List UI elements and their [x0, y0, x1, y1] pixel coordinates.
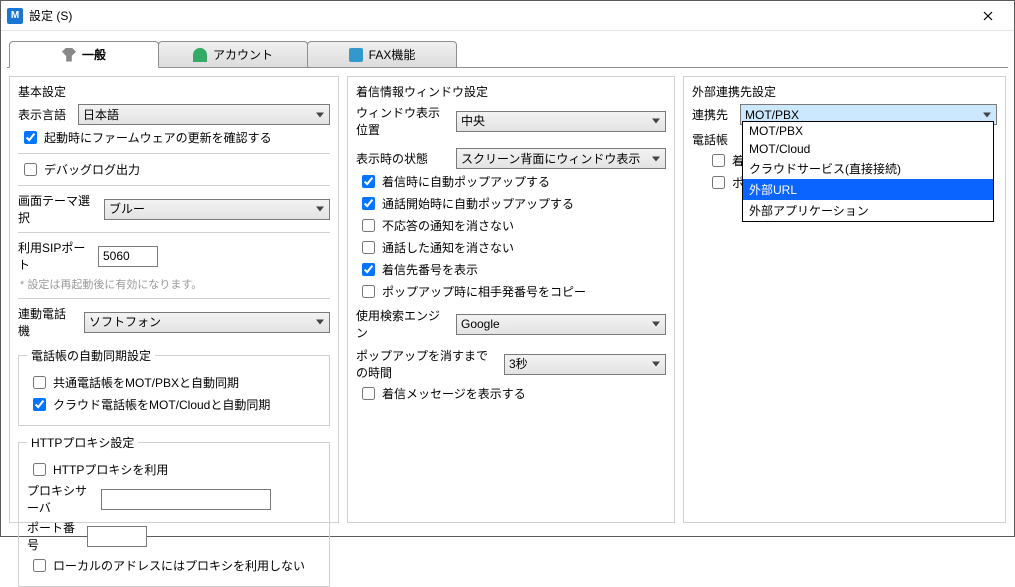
tab-general[interactable]: 一般: [9, 41, 159, 68]
tab-fax-label: FAX機能: [369, 46, 416, 63]
lang-label: 表示言語: [18, 106, 70, 123]
wrench-icon: [62, 48, 76, 62]
winpos-label: ウィンドウ表示位置: [356, 104, 448, 138]
show-caller-checkbox[interactable]: 着信先番号を表示: [358, 260, 666, 279]
http-proxy-group: HTTPプロキシ設定 HTTPプロキシを利用 プロキシサーバ ポート番号 ローカ…: [18, 434, 330, 587]
external-link-group: 外部連携先設定 連携先 MOT/PBX 電話帳 着 ポ MOT/PBX MOT/…: [683, 76, 1006, 523]
engine-label: 使用検索エンジン: [356, 307, 448, 341]
phone-select[interactable]: ソフトフォン: [84, 312, 330, 333]
link-dest-option-cloudservice[interactable]: クラウドサービス(直接接続): [743, 158, 993, 179]
incoming-window-group: 着信情報ウィンドウ設定 ウィンドウ表示位置 中央 表示時の状態 スクリーン背面に…: [347, 76, 675, 523]
phonebook-motpbx-checkbox[interactable]: 共通電話帳をMOT/PBXと自動同期: [29, 373, 321, 392]
noanswer-checkbox[interactable]: 不応答の通知を消さない: [358, 216, 666, 235]
http-proxy-legend: HTTPプロキシ設定: [27, 434, 138, 451]
theme-label: 画面テーマ選択: [18, 192, 96, 226]
popup-duration-select[interactable]: 3秒: [504, 354, 666, 375]
app-icon: M: [7, 8, 23, 24]
proxy-server-label: プロキシサーバ: [27, 482, 93, 516]
close-button[interactable]: [965, 2, 1010, 30]
lang-select[interactable]: 日本語: [78, 104, 330, 125]
check-firmware-checkbox[interactable]: 起動時にファームウェアの更新を確認する: [20, 128, 330, 147]
fax-icon: [349, 48, 363, 62]
phonebook-sync-legend: 電話帳の自動同期設定: [27, 347, 155, 364]
auto-popup-on-call-checkbox[interactable]: 着信時に自動ポップアップする: [358, 172, 666, 191]
phonebook-sync-group: 電話帳の自動同期設定 共通電話帳をMOT/PBXと自動同期 クラウド電話帳をMO…: [18, 347, 330, 426]
basic-settings-group: 基本設定 表示言語 日本語 起動時にファームウェアの更新を確認する デバッグログ…: [9, 76, 339, 523]
link-dest-option-externalurl[interactable]: 外部URL: [743, 179, 993, 200]
incoming-window-title: 着信情報ウィンドウ設定: [356, 83, 666, 100]
link-dest-option-motcloud[interactable]: MOT/Cloud: [743, 140, 993, 158]
talked-checkbox[interactable]: 通話した通知を消さない: [358, 238, 666, 257]
phone-label: 連動電話機: [18, 305, 76, 339]
auto-popup-on-start-checkbox[interactable]: 通話開始時に自動ポップアップする: [358, 194, 666, 213]
show-message-checkbox[interactable]: 着信メッセージを表示する: [358, 384, 666, 403]
debug-log-checkbox[interactable]: デバッグログ出力: [20, 160, 330, 179]
proxy-port-field[interactable]: [87, 526, 147, 547]
sip-port-label: 利用SIPポート: [18, 239, 90, 273]
link-dest-option-motpbx[interactable]: MOT/PBX: [743, 122, 993, 140]
tab-general-label: 一般: [82, 46, 106, 63]
display-state-label: 表示時の状態: [356, 150, 448, 167]
settings-window: M 設定 (S) 一般 アカウント FAX機能 基本設定 表示言語 日本語: [0, 0, 1015, 537]
sip-port-field[interactable]: [98, 246, 158, 267]
phonebook-cloud-checkbox[interactable]: クラウド電話帳をMOT/Cloudと自動同期: [29, 395, 321, 414]
debug-log-label: デバッグログ出力: [44, 161, 140, 178]
basic-settings-title: 基本設定: [18, 83, 330, 100]
sip-port-hint: * 設定は再起動後に有効になります。: [20, 276, 330, 292]
close-icon: [983, 11, 993, 21]
engine-select[interactable]: Google: [456, 314, 666, 335]
popup-duration-label: ポップアップを消すまでの時間: [356, 347, 496, 381]
tab-body: 基本設定 表示言語 日本語 起動時にファームウェアの更新を確認する デバッグログ…: [1, 68, 1014, 531]
copy-caller-checkbox[interactable]: ポップアップ時に相手発番号をコピー: [358, 282, 666, 301]
proxy-port-label: ポート番号: [27, 519, 79, 553]
http-proxy-use-checkbox[interactable]: HTTPプロキシを利用: [29, 460, 321, 479]
display-state-select[interactable]: スクリーン背面にウィンドウ表示: [456, 148, 666, 169]
proxy-server-field[interactable]: [101, 489, 271, 510]
tab-account[interactable]: アカウント: [158, 41, 308, 67]
link-dest-dropdown[interactable]: MOT/PBX MOT/Cloud クラウドサービス(直接接続) 外部URL 外…: [742, 121, 994, 222]
winpos-select[interactable]: 中央: [456, 111, 666, 132]
theme-select[interactable]: ブルー: [104, 199, 330, 220]
link-dest-label: 連携先: [692, 106, 732, 123]
window-title: 設定 (S): [29, 7, 72, 24]
tab-fax[interactable]: FAX機能: [307, 41, 457, 67]
proxy-local-checkbox[interactable]: ローカルのアドレスにはプロキシを利用しない: [29, 556, 321, 575]
external-link-title: 外部連携先設定: [692, 83, 997, 100]
tab-account-label: アカウント: [213, 46, 273, 63]
ext-phonebook-label: 電話帳: [692, 131, 732, 148]
link-dest-option-externalapp[interactable]: 外部アプリケーション: [743, 200, 993, 221]
tabstrip: 一般 アカウント FAX機能: [1, 39, 1014, 67]
check-firmware-label: 起動時にファームウェアの更新を確認する: [44, 129, 272, 146]
titlebar: M 設定 (S): [1, 1, 1014, 31]
user-icon: [193, 48, 207, 62]
